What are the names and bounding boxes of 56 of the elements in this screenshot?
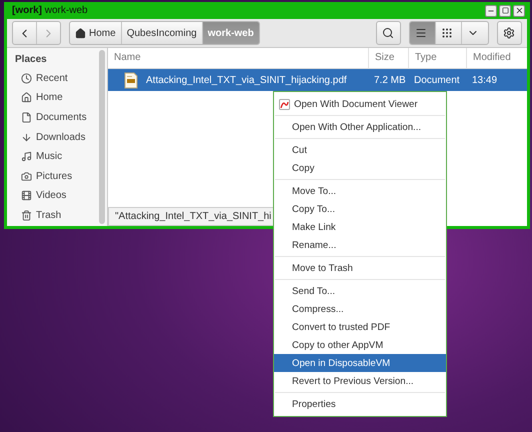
menu-item[interactable]: Open With Other Application... <box>274 118 446 136</box>
music-icon <box>21 151 32 162</box>
menu-item[interactable]: Cut <box>274 141 446 159</box>
recent-icon <box>21 72 32 84</box>
sidebar-item[interactable]: Recent <box>15 69 97 88</box>
menu-item[interactable]: Revert to Previous Version... <box>274 372 446 390</box>
maximize-icon <box>502 7 508 14</box>
pdf-file-icon <box>124 72 138 88</box>
menu-item[interactable]: Rename... <box>274 236 446 254</box>
menu-item[interactable]: Send To... <box>274 282 446 300</box>
list-icon <box>415 27 427 39</box>
window-title: [work] work-web <box>12 5 88 16</box>
sidebar-item[interactable]: Music <box>15 147 97 166</box>
search-icon <box>382 27 394 39</box>
menu-item[interactable]: Copy to other AppVM <box>274 336 446 354</box>
sidebar-item[interactable]: Home <box>15 88 97 108</box>
menu-item[interactable]: Move To... <box>274 182 446 200</box>
column-header[interactable]: Name <box>108 48 368 68</box>
menu-item[interactable]: Copy <box>274 159 446 177</box>
file-type: Document <box>413 74 461 86</box>
menu-item[interactable]: Compress... <box>274 300 446 318</box>
close-button[interactable] <box>513 4 525 16</box>
sidebar-item[interactable]: Documents <box>15 108 97 127</box>
menu-item[interactable]: Move to Trash <box>274 259 446 277</box>
menu-item[interactable]: Properties <box>274 395 446 413</box>
column-header[interactable]: Size <box>368 48 408 68</box>
file-row[interactable]: Attacking_Intel_TXT_via_SINIT_hijacking.pdf 7.2 MB Document 13:49 <box>108 69 527 91</box>
settings-icon <box>503 27 515 39</box>
home-icon <box>75 28 86 38</box>
sidebar-item[interactable]: Trash <box>15 206 97 225</box>
close-icon <box>514 6 524 15</box>
sidebar-item[interactable]: Videos <box>15 186 97 206</box>
documents-icon <box>21 112 32 123</box>
sidebar-item[interactable]: Downloads <box>15 128 97 146</box>
minimize-button[interactable] <box>485 4 497 16</box>
pictures-icon <box>21 170 32 182</box>
maximize-button[interactable] <box>499 4 511 16</box>
menu-item[interactable]: Open With Document Viewer <box>274 95 446 113</box>
sidebar-heading: Places <box>15 53 48 67</box>
file-name: Attacking_Intel_TXT_via_SINIT_hijacking.pdf <box>146 74 347 86</box>
sidebar-item[interactable]: Pictures <box>15 166 97 186</box>
menu-item[interactable]: Convert to trusted PDF <box>274 318 446 336</box>
document-viewer-icon <box>279 98 290 110</box>
home-icon <box>21 92 32 104</box>
scrollbar[interactable] <box>99 50 105 224</box>
menu-item[interactable]: Open in DisposableVM <box>274 354 446 372</box>
grid-icon <box>441 27 453 39</box>
column-header[interactable]: Modified <box>466 48 527 68</box>
downloads-icon <box>21 132 32 143</box>
trash-icon <box>21 210 32 221</box>
list-view-button[interactable] <box>410 22 436 44</box>
path-button[interactable]: Home <box>70 22 122 44</box>
videos-icon <box>21 190 32 202</box>
file-modified: 13:49 <box>471 74 498 86</box>
file-size: 7.2 MB <box>373 74 407 86</box>
column-header[interactable]: Type <box>408 48 466 68</box>
